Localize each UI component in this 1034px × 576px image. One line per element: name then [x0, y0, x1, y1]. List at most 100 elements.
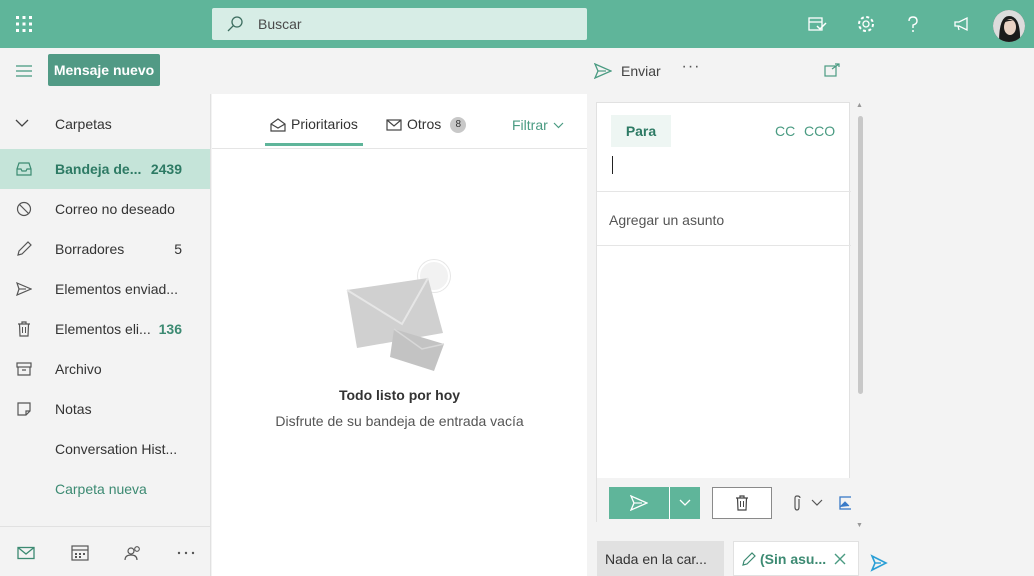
- avatar[interactable]: [993, 10, 1025, 42]
- drafts-bar: Nada en la car... (Sin asu...: [588, 536, 1034, 576]
- new-folder-link[interactable]: Carpeta nueva: [0, 469, 210, 509]
- item-count: 5: [174, 241, 182, 257]
- compose-form: Para CC CCO: [596, 102, 851, 523]
- reading-pane: Para CC CCO Agregar un asunto ▲ ▼: [588, 94, 869, 576]
- divider: [597, 191, 851, 192]
- draft-tab-no-subject[interactable]: (Sin asu...: [733, 541, 859, 576]
- more-icon[interactable]: [176, 543, 196, 563]
- scroll-down-arrow[interactable]: ▼: [856, 522, 863, 529]
- send-icon: [594, 63, 612, 79]
- folder-pane: Carpetas Bandeja de... 2439 Correo no de…: [0, 94, 211, 576]
- chevron-down-icon: [553, 122, 564, 128]
- calendar-icon[interactable]: [70, 543, 90, 563]
- send-button-top[interactable]: Enviar: [594, 60, 661, 82]
- send-options-button[interactable]: [669, 487, 700, 519]
- app-launcher-icon[interactable]: [12, 12, 36, 36]
- tab-focused-label: Prioritarios: [291, 116, 358, 132]
- feedback-icon[interactable]: [950, 12, 974, 36]
- popout-icon[interactable]: [822, 60, 842, 80]
- pencil-icon: [742, 552, 756, 566]
- tab-other[interactable]: Otros 8: [386, 116, 467, 146]
- folder-notes[interactable]: Notas: [0, 389, 210, 429]
- close-icon[interactable]: [832, 551, 848, 567]
- folders-header[interactable]: Carpetas: [0, 104, 211, 144]
- draft-tab-empty-folder[interactable]: Nada en la car...: [597, 541, 724, 576]
- trash-icon: [736, 495, 748, 511]
- send-label: Enviar: [621, 63, 661, 79]
- folder-label: Bandeja de...: [55, 161, 142, 177]
- search-box[interactable]: [212, 8, 587, 40]
- pencil-icon: [15, 240, 33, 258]
- unread-count: 2439: [150, 161, 182, 177]
- folder-label: Conversation Hist...: [55, 441, 178, 457]
- message-list: Prioritarios Otros 8 Filtrar Todo listo …: [212, 94, 587, 576]
- new-folder-label: Carpeta nueva: [55, 481, 147, 497]
- chevron-down-icon[interactable]: [809, 493, 825, 513]
- folder-label: Elementos enviad...: [55, 281, 178, 297]
- unread-count: 136: [158, 321, 182, 337]
- folder-archive[interactable]: Archivo: [0, 349, 210, 389]
- folder-deleted[interactable]: Elementos eli... 136: [0, 309, 210, 349]
- module-switcher: [0, 526, 210, 576]
- more-options-button[interactable]: ···: [680, 58, 702, 80]
- to-button[interactable]: Para: [611, 115, 671, 147]
- top-bar: [0, 0, 1034, 48]
- junk-icon: [15, 200, 33, 218]
- send-button[interactable]: [609, 487, 669, 519]
- empty-state-title: Todo listo por hoy: [338, 387, 461, 403]
- tab-focused[interactable]: Prioritarios: [265, 116, 363, 146]
- scroll-up-arrow[interactable]: ▲: [856, 102, 863, 109]
- folder-label: Elementos eli...: [55, 321, 151, 337]
- bcc-button[interactable]: CCO: [804, 123, 835, 139]
- other-inbox-icon: [386, 119, 402, 131]
- search-input[interactable]: [258, 8, 578, 40]
- scrollbar-thumb[interactable]: [858, 116, 863, 394]
- cc-button[interactable]: CC: [775, 123, 795, 139]
- inbox-icon: [15, 160, 33, 178]
- discard-button[interactable]: [712, 487, 772, 519]
- message-body[interactable]: [597, 246, 851, 478]
- new-message-button[interactable]: Mensaje nuevo: [48, 54, 160, 86]
- insert-image-icon[interactable]: [839, 493, 851, 513]
- to-field[interactable]: [611, 155, 841, 177]
- filter-label: Filtrar: [512, 117, 548, 133]
- folders-label: Carpetas: [55, 116, 112, 132]
- folder-sent[interactable]: Elementos enviad...: [0, 269, 210, 309]
- send-icon: [630, 495, 648, 511]
- folder-label: Notas: [55, 401, 92, 417]
- draft-tab-label: (Sin asu...: [760, 551, 827, 567]
- premium-icon[interactable]: [870, 554, 888, 572]
- folder-junk[interactable]: Correo no deseado: [0, 189, 210, 229]
- folder-inbox[interactable]: Bandeja de... 2439: [0, 149, 210, 189]
- chevron-down-icon: [15, 119, 29, 127]
- folder-label: Archivo: [55, 361, 102, 377]
- help-icon[interactable]: [901, 12, 925, 36]
- settings-icon[interactable]: [854, 12, 878, 36]
- search-icon: [226, 15, 244, 33]
- compose-toolbar: [597, 478, 851, 523]
- hamburger-menu-icon[interactable]: [12, 59, 36, 83]
- other-count-badge: 8: [450, 117, 467, 133]
- folder-label: Borradores: [55, 241, 125, 257]
- my-day-icon[interactable]: [805, 12, 829, 36]
- command-bar: Mensaje nuevo Enviar ···: [0, 48, 869, 94]
- text-cursor: [612, 156, 613, 174]
- subject-field[interactable]: [609, 203, 839, 237]
- attach-icon[interactable]: [787, 493, 807, 513]
- note-icon: [15, 400, 33, 418]
- empty-state-subtitle: Disfrute de su bandeja de entrada vacía: [275, 413, 524, 429]
- mail-icon[interactable]: [16, 543, 36, 563]
- focused-inbox-icon: [270, 118, 286, 132]
- folder-conversation-history[interactable]: Conversation Hist...: [0, 429, 210, 469]
- filter-dropdown[interactable]: Filtrar: [512, 117, 564, 133]
- folder-drafts[interactable]: Borradores 5: [0, 229, 210, 269]
- chevron-down-icon: [679, 499, 691, 506]
- folder-label: Correo no deseado: [55, 201, 175, 217]
- people-icon[interactable]: [123, 543, 143, 563]
- archive-icon: [15, 360, 33, 378]
- trash-icon: [15, 320, 33, 338]
- empty-inbox-illustration: [342, 256, 457, 376]
- send-icon: [15, 280, 33, 298]
- inbox-tabs: Prioritarios Otros 8 Filtrar: [212, 94, 587, 149]
- tab-other-label: Otros: [407, 116, 442, 132]
